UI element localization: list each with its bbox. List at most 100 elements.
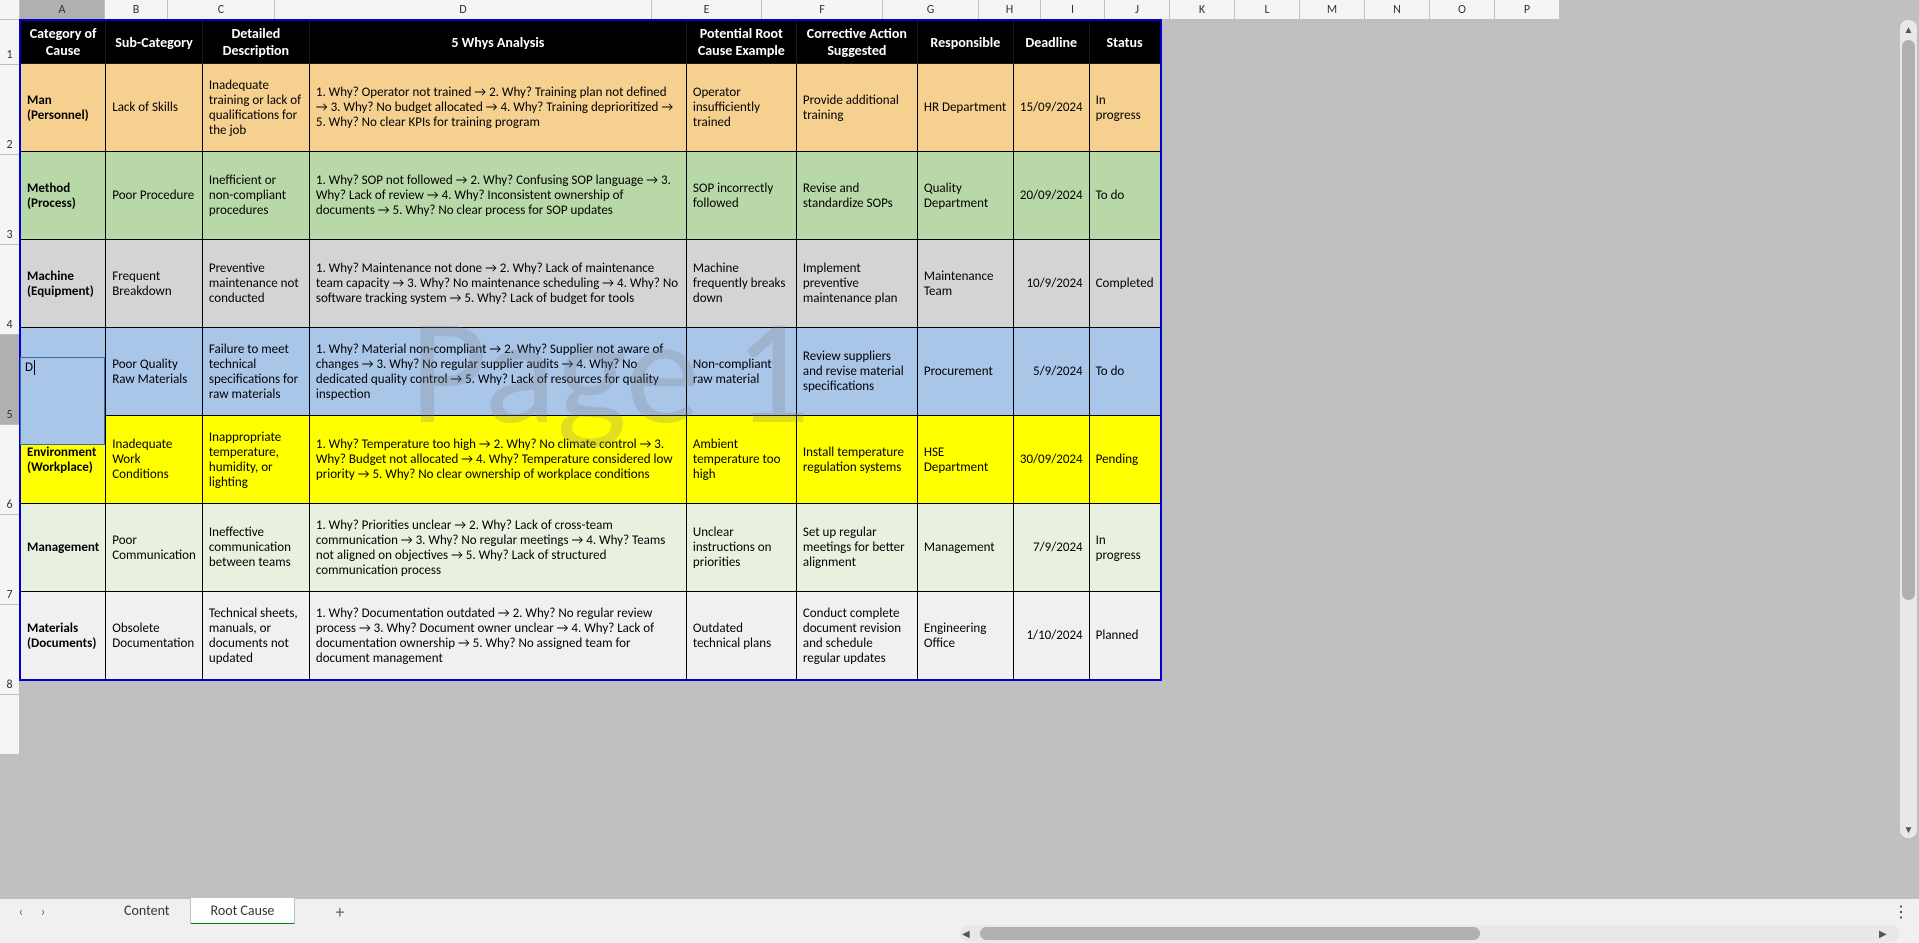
cell[interactable]: Poor Procedure [106, 152, 203, 240]
cell[interactable]: Provide additional training [796, 64, 917, 152]
row-header-3[interactable]: 3 [0, 155, 20, 245]
scroll-left-icon[interactable]: ◀ [962, 927, 980, 940]
header-category[interactable]: Category of Cause [21, 21, 106, 64]
cell[interactable]: 1. Why? Maintenance not done → 2. Why? L… [309, 240, 686, 328]
cell[interactable]: Preventive maintenance not conducted [202, 240, 309, 328]
cell[interactable]: In progress [1089, 504, 1160, 592]
cell[interactable]: 10/9/2024 [1013, 240, 1089, 328]
row-header-2[interactable]: 2 [0, 65, 20, 155]
cell[interactable]: 1. Why? Priorities unclear → 2. Why? Lac… [309, 504, 686, 592]
column-header-j[interactable]: J [1105, 0, 1170, 20]
cell[interactable]: Unclear instructions on priorities [686, 504, 796, 592]
column-header-p[interactable]: P [1495, 0, 1560, 20]
column-header-a[interactable]: A [20, 0, 105, 20]
add-sheet-button[interactable]: + [325, 901, 354, 923]
row-header-1[interactable]: 1 [0, 20, 20, 65]
cell[interactable]: 1. Why? Temperature too high → 2. Why? N… [309, 416, 686, 504]
tab-menu-icon[interactable]: ⋮ [1893, 902, 1909, 922]
column-header-k[interactable]: K [1170, 0, 1235, 20]
column-header-b[interactable]: B [105, 0, 168, 20]
header-status[interactable]: Status [1089, 21, 1160, 64]
column-header-c[interactable]: C [168, 0, 275, 20]
cell[interactable]: Inefficient or non-compliant procedures [202, 152, 309, 240]
cell[interactable]: Maintenance Team [917, 240, 1013, 328]
header-description[interactable]: Detailed Description [202, 21, 309, 64]
vertical-scroll-thumb[interactable] [1902, 40, 1915, 600]
column-header-f[interactable]: F [762, 0, 883, 20]
cell[interactable]: Machine frequently breaks down [686, 240, 796, 328]
cell[interactable]: Engineering Office [917, 592, 1013, 680]
cell[interactable]: 20/09/2024 [1013, 152, 1089, 240]
horizontal-scrollbar[interactable]: ◀ ▶ [960, 925, 1899, 942]
column-header-i[interactable]: I [1041, 0, 1105, 20]
header-deadline[interactable]: Deadline [1013, 21, 1089, 64]
scroll-down-icon[interactable]: ▼ [1900, 820, 1917, 838]
cell[interactable]: 1/10/2024 [1013, 592, 1089, 680]
horizontal-scroll-thumb[interactable] [980, 927, 1480, 940]
row-header-empty[interactable] [0, 695, 20, 755]
cell[interactable]: Poor Quality Raw Materials [106, 328, 203, 416]
vertical-scrollbar[interactable]: ▲ ▼ [1900, 20, 1917, 838]
cell[interactable]: Management [21, 504, 106, 592]
cell[interactable]: Outdated technical plans [686, 592, 796, 680]
cell[interactable]: Method (Process) [21, 152, 106, 240]
cell[interactable]: Man (Personnel) [21, 64, 106, 152]
cell[interactable]: Pending [1089, 416, 1160, 504]
cell[interactable]: Ambient temperature too high [686, 416, 796, 504]
column-header-g[interactable]: G [883, 0, 979, 20]
cell[interactable]: Poor Communication [106, 504, 203, 592]
cell[interactable]: Inappropriate temperature, humidity, or … [202, 416, 309, 504]
column-header-e[interactable]: E [652, 0, 762, 20]
column-header-n[interactable]: N [1365, 0, 1430, 20]
cell[interactable]: Machine (Equipment) [21, 240, 106, 328]
cell[interactable]: Inadequate training or lack of qualifica… [202, 64, 309, 152]
cell-editor[interactable]: D [20, 357, 105, 445]
cell[interactable]: Frequent Breakdown [106, 240, 203, 328]
scroll-right-icon[interactable]: ▶ [1879, 927, 1897, 940]
column-header-o[interactable]: O [1430, 0, 1495, 20]
cell[interactable]: Non-compliant raw material [686, 328, 796, 416]
cell[interactable]: Implement preventive maintenance plan [796, 240, 917, 328]
cell[interactable]: In progress [1089, 64, 1160, 152]
row-header-7[interactable]: 7 [0, 515, 20, 605]
cell[interactable]: To do [1089, 328, 1160, 416]
cell[interactable]: To do [1089, 152, 1160, 240]
column-header-d[interactable]: D [275, 0, 652, 20]
tab-content[interactable]: Content [104, 898, 191, 925]
cell[interactable]: 30/09/2024 [1013, 416, 1089, 504]
cell[interactable]: Review suppliers and revise material spe… [796, 328, 917, 416]
row-header-4[interactable]: 4 [0, 245, 20, 335]
tab-prev-icon[interactable]: ‹ [10, 901, 32, 923]
cell[interactable]: Obsolete Documentation [106, 592, 203, 680]
header-subcategory[interactable]: Sub-Category [106, 21, 203, 64]
cell[interactable]: 5/9/2024 [1013, 328, 1089, 416]
cell[interactable]: Management [917, 504, 1013, 592]
cell[interactable]: SOP incorrectly followed [686, 152, 796, 240]
cell[interactable]: 1. Why? SOP not followed → 2. Why? Confu… [309, 152, 686, 240]
cell[interactable]: Set up regular meetings for better align… [796, 504, 917, 592]
column-header-h[interactable]: H [979, 0, 1041, 20]
header-rootcause[interactable]: Potential Root Cause Example [686, 21, 796, 64]
cell[interactable]: Conduct complete document revision and s… [796, 592, 917, 680]
cell[interactable]: 7/9/2024 [1013, 504, 1089, 592]
cell[interactable]: 1. Why? Operator not trained → 2. Why? T… [309, 64, 686, 152]
cell[interactable]: HR Department [917, 64, 1013, 152]
column-header-l[interactable]: L [1235, 0, 1300, 20]
cell[interactable]: Technical sheets, manuals, or documents … [202, 592, 309, 680]
row-header-8[interactable]: 8 [0, 605, 20, 695]
tab-root-cause[interactable]: Root Cause [191, 898, 296, 925]
cell[interactable]: Inadequate Work Conditions [106, 416, 203, 504]
column-header-m[interactable]: M [1300, 0, 1365, 20]
cell[interactable]: Operator insufficiently trained [686, 64, 796, 152]
cell[interactable]: Quality Department [917, 152, 1013, 240]
cell[interactable]: 15/09/2024 [1013, 64, 1089, 152]
row-header-5[interactable]: 5 [0, 335, 20, 425]
cell[interactable]: Procurement [917, 328, 1013, 416]
cell[interactable]: HSE Department [917, 416, 1013, 504]
cell[interactable]: Install temperature regulation systems [796, 416, 917, 504]
select-all-corner[interactable] [0, 0, 20, 20]
header-analysis[interactable]: 5 Whys Analysis [309, 21, 686, 64]
scroll-up-icon[interactable]: ▲ [1900, 20, 1917, 38]
row-header-6[interactable]: 6 [0, 425, 20, 515]
cell[interactable]: Materials (Documents) [21, 592, 106, 680]
